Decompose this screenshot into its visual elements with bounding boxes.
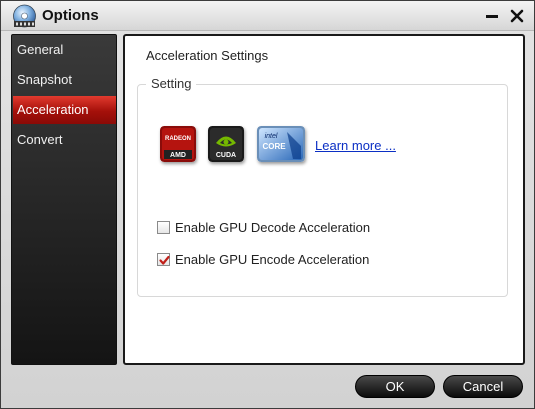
sidebar-item-convert[interactable]: Convert [13, 126, 116, 154]
film-reel-app-icon [13, 4, 36, 28]
minimize-icon[interactable] [483, 7, 501, 25]
learn-more-link[interactable]: Learn more ... [315, 138, 396, 153]
gpu-decode-checkbox[interactable] [157, 221, 170, 234]
setting-group: Setting RADEON AMD CUDA intel CORE Learn… [137, 76, 508, 297]
close-icon[interactable] [508, 7, 526, 25]
amd-small-text: RADEON [165, 136, 191, 142]
cancel-button[interactable]: Cancel [443, 375, 523, 398]
amd-logo-icon: RADEON AMD [160, 126, 196, 162]
gpu-encode-label[interactable]: Enable GPU Encode Acceleration [175, 252, 369, 267]
gpu-decode-label[interactable]: Enable GPU Decode Acceleration [175, 220, 370, 235]
sidebar-item-general[interactable]: General [13, 36, 116, 64]
section-title: Acceleration Settings [146, 48, 269, 63]
title-bar: Options [1, 1, 534, 31]
options-window: Options General Snapshot Acceleration Co… [0, 0, 535, 409]
sidebar-nav: General Snapshot Acceleration Convert [11, 34, 117, 365]
intel-small-text: intel [265, 133, 278, 140]
ok-button[interactable]: OK [355, 375, 435, 398]
sidebar-item-snapshot[interactable]: Snapshot [13, 66, 116, 94]
window-title: Options [42, 7, 99, 24]
intel-core-logo-icon: intel CORE [257, 126, 305, 162]
checkmark-icon [159, 255, 170, 265]
settings-panel: Acceleration Settings Setting RADEON AMD… [123, 34, 525, 365]
nvidia-cuda-logo-icon: CUDA [208, 126, 244, 162]
cuda-text: CUDA [216, 152, 236, 159]
gpu-encode-checkbox[interactable] [157, 253, 170, 266]
amd-text: AMD [170, 152, 186, 159]
group-legend: Setting [146, 76, 197, 91]
core-text: CORE [262, 142, 286, 151]
sidebar-item-acceleration[interactable]: Acceleration [13, 96, 116, 124]
